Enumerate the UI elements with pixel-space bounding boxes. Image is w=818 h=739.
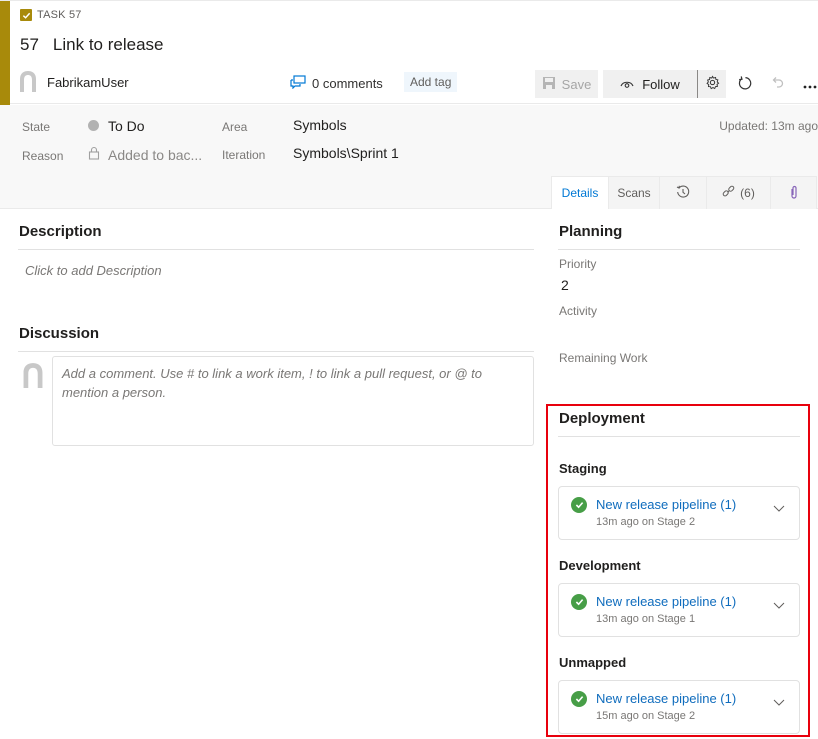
reason-field: Added to bac... [108, 147, 203, 163]
follow-label: Follow [642, 76, 680, 92]
settings-button[interactable] [698, 70, 726, 98]
release-pipeline-link[interactable]: New release pipeline (1) [596, 497, 736, 512]
environment-title: Staging [559, 461, 607, 476]
chevron-down-icon[interactable] [773, 596, 785, 614]
work-item-title[interactable]: 57 Link to release [20, 35, 164, 55]
tab-details[interactable]: Details [551, 176, 609, 209]
work-item-header: TASK 57 57 Link to release FabrikamUser … [0, 0, 818, 105]
work-item-type-label: TASK 57 [37, 9, 82, 21]
work-item-id: 57 [20, 35, 39, 54]
tab-history[interactable] [660, 176, 707, 209]
eye-icon [620, 77, 634, 92]
more-icon [803, 77, 817, 92]
user-avatar [21, 362, 45, 388]
save-button[interactable]: Save [535, 70, 598, 98]
updated-timestamp[interactable]: Updated: 13m ago [719, 119, 818, 133]
activity-field[interactable] [561, 324, 801, 342]
comments-link[interactable]: 0 comments [290, 75, 383, 92]
state-label: State [22, 120, 51, 134]
check-icon [20, 9, 32, 21]
release-stage-info: 13m ago on Stage 1 [596, 613, 696, 625]
comments-count: 0 comments [312, 76, 383, 91]
history-icon [676, 185, 690, 202]
comment-icon [290, 75, 306, 92]
refresh-button[interactable] [732, 70, 756, 98]
release-card[interactable]: New release pipeline (1) 13m ago on Stag… [558, 486, 800, 540]
detail-tabs: Details Scans (6) [551, 176, 817, 209]
remaining-work-label: Remaining Work [559, 351, 648, 365]
iteration-label: Iteration [222, 148, 266, 162]
comment-input[interactable]: Add a comment. Use # to link a work item… [52, 356, 534, 446]
release-stage-info: 15m ago on Stage 2 [596, 710, 696, 722]
description-divider [18, 249, 534, 250]
gear-icon [705, 75, 720, 93]
description-heading: Description [19, 223, 102, 240]
remaining-work-field[interactable] [561, 371, 801, 389]
release-stage-info: 13m ago on Stage 2 [596, 516, 696, 528]
success-check-icon [571, 691, 587, 707]
environment-title: Unmapped [559, 655, 627, 670]
work-item-fields: State To Do Reason Added to bac... Area … [0, 105, 818, 209]
deployment-heading: Deployment [559, 410, 645, 427]
deployment-divider [558, 436, 800, 437]
state-dot-icon [88, 120, 99, 131]
chevron-down-icon[interactable] [773, 499, 785, 517]
discussion-heading: Discussion [19, 325, 100, 342]
save-label: Save [561, 76, 592, 92]
state-field[interactable]: To Do [108, 118, 145, 134]
refresh-icon [737, 75, 752, 94]
iteration-field[interactable]: Symbols\Sprint 1 [293, 145, 399, 161]
area-field[interactable]: Symbols [293, 117, 347, 133]
priority-field[interactable]: 2 [561, 277, 569, 293]
follow-button[interactable]: Follow [603, 70, 698, 98]
work-item-type: TASK 57 [20, 9, 82, 21]
work-item-title-text[interactable]: Link to release [53, 35, 164, 55]
success-check-icon [571, 497, 587, 513]
reason-label: Reason [22, 149, 64, 163]
tab-attachments[interactable] [771, 176, 817, 209]
more-actions-button[interactable] [798, 70, 818, 98]
header-meta-row: FabrikamUser 0 comments Add tag Save Fol… [18, 70, 818, 98]
activity-label: Activity [559, 304, 598, 318]
work-item-type-bar [0, 1, 10, 105]
planning-divider [558, 249, 800, 250]
attachment-icon [789, 185, 799, 202]
description-field[interactable]: Click to add Description [25, 263, 162, 278]
success-check-icon [571, 594, 587, 610]
owner-name[interactable]: FabrikamUser [47, 75, 129, 90]
release-pipeline-link[interactable]: New release pipeline (1) [596, 594, 736, 609]
link-icon [722, 185, 735, 201]
tab-scans[interactable]: Scans [609, 176, 660, 209]
priority-label: Priority [559, 257, 597, 271]
release-pipeline-link[interactable]: New release pipeline (1) [596, 691, 736, 706]
environment-title: Development [559, 558, 641, 573]
undo-icon [771, 76, 785, 93]
discussion-divider [18, 351, 534, 352]
planning-heading: Planning [559, 223, 623, 240]
release-card[interactable]: New release pipeline (1) 15m ago on Stag… [558, 680, 800, 734]
add-tag-button[interactable]: Add tag [404, 72, 458, 92]
lock-icon [88, 146, 100, 165]
undo-button[interactable] [766, 70, 790, 98]
save-icon [542, 76, 556, 93]
tab-links[interactable]: (6) [707, 176, 771, 209]
links-count: (6) [740, 186, 755, 200]
chevron-down-icon[interactable] [773, 693, 785, 711]
release-card[interactable]: New release pipeline (1) 13m ago on Stag… [558, 583, 800, 637]
area-label: Area [222, 120, 248, 134]
owner-avatar[interactable] [18, 70, 38, 92]
